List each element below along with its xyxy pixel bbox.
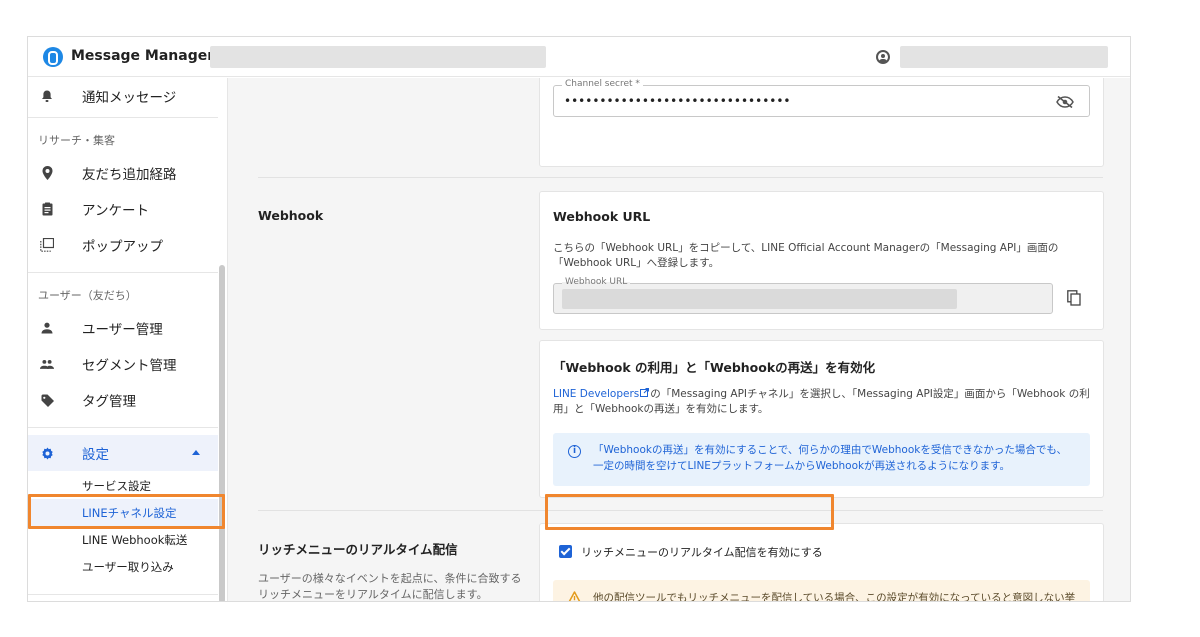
sidebar-item-label: ポップアップ xyxy=(82,239,163,255)
gear-icon xyxy=(40,446,54,460)
app-logo-icon xyxy=(43,47,63,67)
webhook-info-text: 「Webhookの再送」を有効にすることで、何らかの理由でWebhookを受信で… xyxy=(593,444,1068,472)
sidebar-item-label: ユーザー管理 xyxy=(82,322,163,338)
webhook-url-field[interactable]: Webhook URL xyxy=(553,277,1053,314)
sidebar-item-label: 友だち追加経路 xyxy=(82,167,177,183)
line-developers-link[interactable]: LINE Developers xyxy=(553,388,639,400)
sidebar-item-user-mgmt[interactable]: ユーザー管理 xyxy=(28,310,218,346)
channel-secret-field[interactable]: Channel secret * •••••••••••••••••••••••… xyxy=(553,79,1090,117)
copy-icon[interactable] xyxy=(1067,290,1081,306)
richmenu-enable-checkbox[interactable] xyxy=(559,545,572,558)
tag-icon xyxy=(40,393,54,407)
section-label-users: ユーザー（友だち） xyxy=(38,289,137,302)
divider xyxy=(28,117,218,118)
chevron-up-icon xyxy=(192,450,200,455)
account-icon[interactable] xyxy=(876,50,890,64)
sidebar-item-friend-route[interactable]: 友だち追加経路 xyxy=(28,155,218,191)
sidebar-item-settings[interactable]: 設定 xyxy=(28,435,218,471)
sidebar-item-tag-mgmt[interactable]: タグ管理 xyxy=(28,382,218,418)
sidebar-scrollbar[interactable] xyxy=(219,265,225,601)
highlight-line-channel-settings xyxy=(28,494,225,529)
webhook-enable-title: 「Webhook の利用」と「Webhookの再送」を有効化 xyxy=(553,360,876,375)
external-link-icon xyxy=(640,388,650,397)
webhook-enable-description: LINE Developers の「Messaging APIチャネル」を選択し、… xyxy=(553,387,1093,417)
people-group-icon xyxy=(40,357,54,371)
sidebar-item-label: 通知メッセージ xyxy=(82,90,177,106)
sidebar-item-label: アンケート xyxy=(82,203,149,219)
divider xyxy=(28,272,218,273)
clipboard-icon xyxy=(40,202,54,216)
bell-icon xyxy=(40,89,54,103)
richmenu-enable-label: リッチメニューのリアルタイム配信を有効にする xyxy=(581,546,823,559)
webhook-url-card: Webhook URL こちらの「Webhook URL」をコピーして、LINE… xyxy=(539,191,1104,330)
sidebar-item-label: 設定 xyxy=(82,447,109,463)
divider xyxy=(28,594,218,595)
sidebar-item-survey[interactable]: アンケート xyxy=(28,191,218,227)
warning-icon xyxy=(568,591,581,601)
redacted-user-name xyxy=(900,46,1108,68)
webhook-enable-card: 「Webhook の利用」と「Webhookの再送」を有効化 LINE Deve… xyxy=(539,340,1104,498)
top-header: Message Manager xyxy=(28,37,1130,77)
richmenu-section-description: ユーザーの様々なイベントを起点に、条件に合致するリッチメニューをリアルタイムに配… xyxy=(258,572,522,601)
location-pin-icon xyxy=(40,166,54,180)
section-label-research: リサーチ・集客 xyxy=(38,134,115,147)
channel-secret-label: Channel secret * xyxy=(562,79,643,89)
redacted-account-name xyxy=(210,46,546,68)
channel-secret-value: •••••••••••••••••••••••••••••••• xyxy=(564,94,791,108)
app-title: Message Manager xyxy=(71,48,215,64)
divider xyxy=(28,427,218,428)
sidebar-item-popup[interactable]: ポップアップ xyxy=(28,227,218,263)
highlight-richmenu-checkbox xyxy=(545,494,834,530)
sidebar-item-label: セグメント管理 xyxy=(82,358,177,374)
eye-off-icon[interactable] xyxy=(1056,96,1074,108)
webhook-url-title: Webhook URL xyxy=(553,209,651,224)
section-divider xyxy=(258,177,1103,178)
popup-icon xyxy=(40,238,54,252)
richmenu-card: リッチメニューのリアルタイム配信を有効にする 他の配信ツールでもリッチメニューを… xyxy=(539,523,1104,602)
richmenu-section-title: リッチメニューのリアルタイム配信 xyxy=(258,542,458,557)
webhook-info-box: i 「Webhookの再送」を有効にすることで、何らかの理由でWebhookを受… xyxy=(553,433,1090,486)
info-icon: i xyxy=(568,445,581,458)
webhook-url-description: こちらの「Webhook URL」をコピーして、LINE Official Ac… xyxy=(553,242,1059,269)
sidebar-item-label: タグ管理 xyxy=(82,394,136,410)
webhook-section-title: Webhook xyxy=(258,208,324,223)
richmenu-warning-text: 他の配信ツールでもリッチメニューを配信している場合、この設定が有効になっていると… xyxy=(593,592,1076,602)
sidebar-subitem-line-webhook-forward[interactable]: LINE Webhook転送 xyxy=(28,526,218,554)
person-icon xyxy=(40,321,54,335)
redacted-webhook-url xyxy=(562,289,957,309)
app-window: Message Manager 通知メッセージ リサーチ・集客 友だち追加経路 … xyxy=(27,36,1131,602)
richmenu-warning-box: 他の配信ツールでもリッチメニューを配信している場合、この設定が有効になっていると… xyxy=(553,580,1090,602)
webhook-url-label: Webhook URL xyxy=(562,277,631,287)
sidebar-subitem-user-import[interactable]: ユーザー取り込み xyxy=(28,553,218,581)
channel-secret-card: Channel secret * •••••••••••••••••••••••… xyxy=(539,78,1104,167)
sidebar-item-notify[interactable]: 通知メッセージ xyxy=(28,78,218,114)
sidebar-item-segment-mgmt[interactable]: セグメント管理 xyxy=(28,346,218,382)
